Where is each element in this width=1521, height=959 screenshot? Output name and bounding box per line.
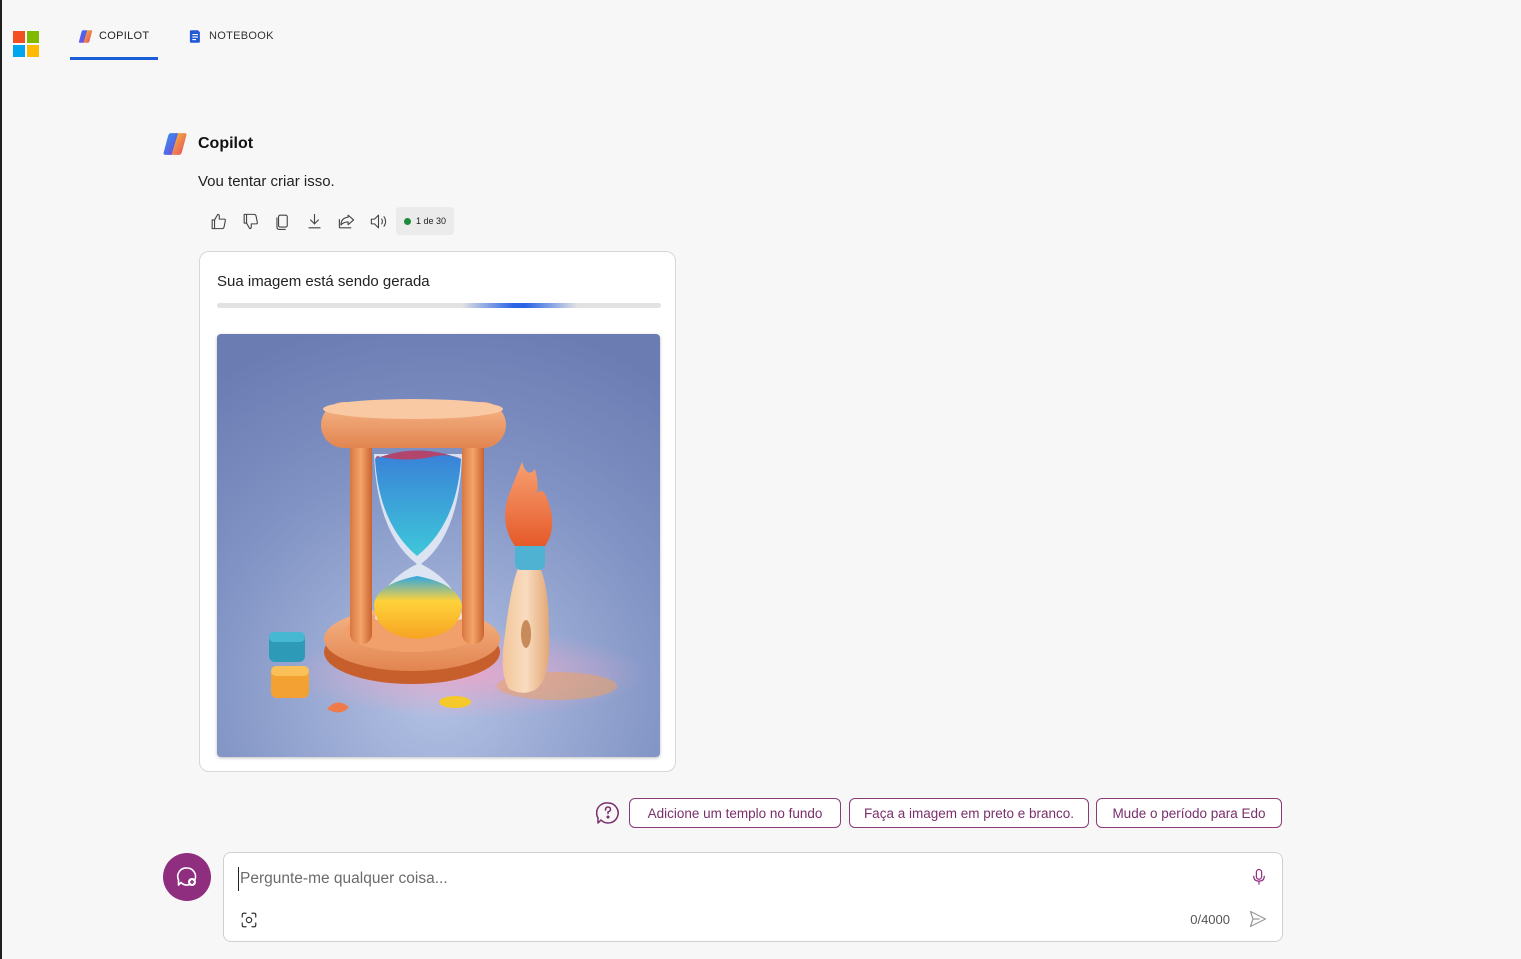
hourglass-paintbrush-illustration <box>217 334 660 757</box>
visual-search-icon[interactable] <box>240 911 258 929</box>
sender-name: Copilot <box>198 135 254 152</box>
suggestion-chip-1[interactable]: Adicione um templo no fundo <box>629 798 841 828</box>
image-generation-card: Sua imagem está sendo gerada <box>199 251 676 772</box>
copilot-avatar-icon <box>163 133 187 155</box>
status-dot-icon <box>404 217 411 225</box>
copy-button[interactable] <box>266 206 298 236</box>
turn-counter-text: 1 de 30 <box>416 216 447 226</box>
read-aloud-button[interactable] <box>362 206 394 236</box>
microphone-icon[interactable] <box>1250 867 1268 887</box>
download-button[interactable] <box>298 206 330 236</box>
generation-progress-bar <box>217 303 661 308</box>
microsoft-logo <box>13 31 39 57</box>
new-chat-icon <box>176 867 197 886</box>
suggestion-chip-2[interactable]: Faça a imagem em preto e branco. <box>849 798 1089 828</box>
notebook-icon <box>189 30 200 43</box>
send-icon[interactable] <box>1248 909 1268 929</box>
tab-notebook[interactable]: NOTEBOOK <box>188 30 274 60</box>
progress-indicator <box>462 303 577 308</box>
copilot-icon <box>78 30 93 43</box>
image-card-title: Sua imagem está sendo gerada <box>217 273 430 290</box>
suggestion-chip-3[interactable]: Mude o período para Edo <box>1096 798 1282 828</box>
char-count: 0/4000 <box>1190 912 1230 927</box>
chat-composer: 0/4000 <box>223 852 1283 942</box>
share-button[interactable] <box>330 206 362 236</box>
dislike-button[interactable] <box>234 206 266 236</box>
copy-icon <box>275 214 288 230</box>
share-icon <box>338 214 354 228</box>
tab-copilot-label: COPILOT <box>99 30 150 42</box>
speaker-icon <box>370 214 386 228</box>
question-help-icon[interactable] <box>596 801 620 825</box>
message-actions: 1 de 30 <box>202 206 455 236</box>
generated-image[interactable] <box>217 334 660 757</box>
new-topic-button[interactable] <box>163 853 211 901</box>
chat-input[interactable] <box>238 867 1228 891</box>
thumbs-up-icon <box>211 213 226 229</box>
message-text: Vou tentar criar isso. <box>198 173 335 190</box>
turn-counter-badge: 1 de 30 <box>396 207 455 235</box>
thumbs-down-icon <box>243 213 258 229</box>
tab-copilot[interactable]: COPILOT <box>70 30 158 60</box>
tab-notebook-label: NOTEBOOK <box>209 30 274 42</box>
download-icon <box>307 213 321 228</box>
like-button[interactable] <box>202 206 234 236</box>
